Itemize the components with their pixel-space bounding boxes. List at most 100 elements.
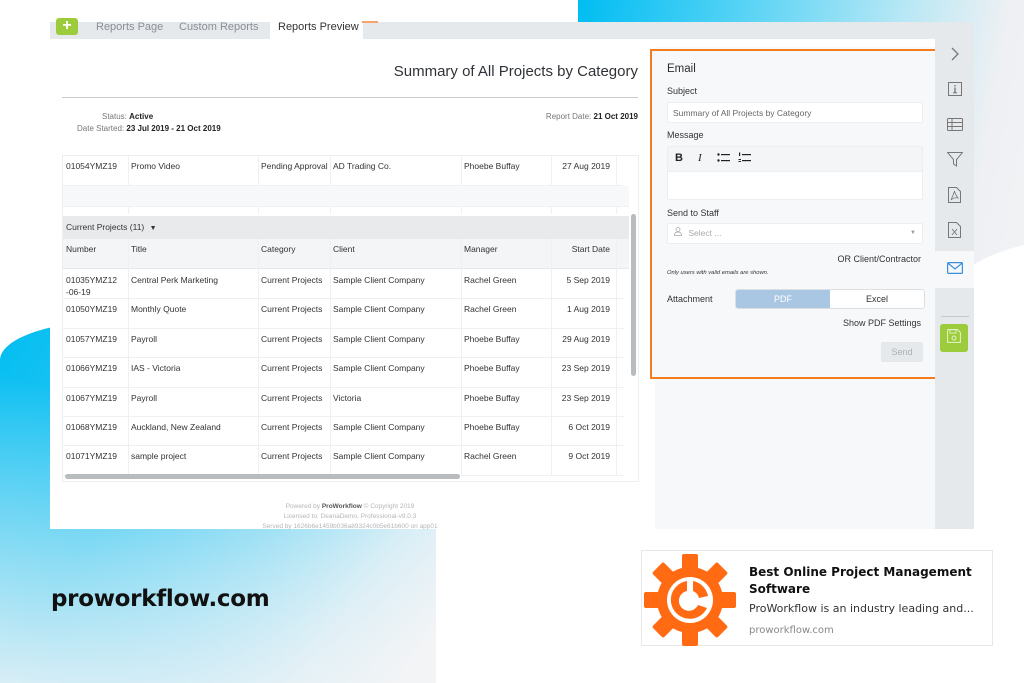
- cell-category: Current Projects: [261, 363, 323, 374]
- cell-manager: Rachel Green: [464, 304, 517, 315]
- message-label: Message: [667, 130, 704, 140]
- pdf-file-icon: [948, 186, 961, 208]
- footer: Powered by ProWorkflow © Copyright 2019 …: [50, 502, 650, 532]
- group-header-current-projects[interactable]: Current Projects (11) ▼: [63, 216, 629, 239]
- attachment-toggle: PDF Excel: [735, 289, 925, 309]
- cell-category: Current Projects: [261, 392, 323, 403]
- export-excel-button[interactable]: [935, 215, 974, 249]
- tab-reports-page[interactable]: Reports Page: [96, 18, 163, 39]
- cell-title: Monthly Quote: [131, 304, 187, 315]
- cell-manager: Phoebe Buffay: [464, 392, 520, 403]
- bullet-list-icon[interactable]: [717, 152, 730, 166]
- report-date-meta: Report Date: 21 Oct 2019: [546, 112, 638, 121]
- icon-rail: [935, 39, 974, 529]
- column-divider: [551, 239, 552, 476]
- horizontal-scrollbar[interactable]: [65, 474, 460, 479]
- column-header-start-date[interactable]: Start Date: [553, 244, 610, 254]
- vertical-scrollbar[interactable]: [631, 214, 636, 376]
- attachment-excel-button[interactable]: Excel: [830, 290, 924, 308]
- cell-category: Pending Approval: [261, 161, 328, 171]
- report-date-label: Report Date:: [545, 112, 592, 121]
- collapse-button[interactable]: [935, 39, 974, 73]
- filter-button[interactable]: [935, 145, 974, 179]
- email-panel: Email Subject Message B I Send to Staff …: [650, 49, 938, 379]
- cell-client: AD Trading Co.: [333, 161, 392, 171]
- attachment-pdf-button[interactable]: PDF: [736, 290, 830, 308]
- info-icon: [947, 81, 962, 101]
- table-row[interactable]: 01057YMZ19 Payroll Current Projects Sample …: [63, 329, 624, 359]
- app-window: + Reports Page Custom Reports Reports Pr…: [50, 18, 974, 532]
- table-row[interactable]: 01035YMZ12 -06-19 Central Perk Marketing C…: [63, 270, 624, 300]
- cell-manager: Phoebe Buffay: [464, 422, 520, 432]
- cell-title: sample project: [131, 451, 187, 462]
- column-divider: [461, 239, 462, 476]
- table-row[interactable]: 01071YMZ19 sample project Current Projects…: [63, 446, 624, 476]
- column-header-number[interactable]: Number: [66, 244, 126, 254]
- subject-label: Subject: [667, 86, 698, 96]
- tab-reports-preview[interactable]: Reports Preview: [270, 18, 363, 39]
- date-started-value: 23 Jul 2019 - 21 Oct 2019: [126, 124, 221, 133]
- info-button[interactable]: [935, 74, 974, 108]
- proworkflow-gear-logo: [642, 553, 738, 647]
- staff-select[interactable]: Select ... ▼: [667, 223, 923, 244]
- cell-number: 01066YMZ19: [66, 363, 118, 374]
- send-to-staff-label: Send to Staff: [667, 208, 719, 218]
- tab-bar: + Reports Page Custom Reports Reports Pr…: [50, 18, 974, 39]
- send-button[interactable]: Send: [881, 342, 923, 362]
- status-meta: Status: Active: [102, 112, 153, 121]
- add-tab-button[interactable]: +: [56, 18, 78, 35]
- email-button[interactable]: [935, 251, 974, 288]
- cell-number: 01071YMZ19: [66, 451, 118, 462]
- cell-start-date: 1 Aug 2019: [566, 304, 610, 315]
- save-icon: [947, 328, 961, 348]
- status-label: Status:: [102, 112, 127, 121]
- table-row[interactable]: 01054YMZ19 Promo Video Pending Approval …: [63, 156, 624, 186]
- message-editor[interactable]: B I: [667, 146, 923, 200]
- column-header-title[interactable]: Title: [131, 244, 256, 254]
- editor-toolbar: B I: [668, 147, 922, 172]
- table-row[interactable]: 01068YMZ19 Auckland, New Zealand Current P…: [63, 417, 624, 447]
- rail-divider: [941, 316, 969, 317]
- report-date-value: 21 Oct 2019: [593, 112, 638, 121]
- export-pdf-button[interactable]: [935, 180, 974, 214]
- table-view-button[interactable]: [935, 110, 974, 144]
- site-domain-text: proworkflow.com: [51, 586, 270, 612]
- tab-custom-reports[interactable]: Custom Reports: [179, 18, 258, 39]
- email-title: Email: [667, 63, 696, 75]
- report-title: Summary of All Projects by Category: [393, 63, 638, 80]
- status-value: Active: [129, 112, 154, 121]
- subject-input[interactable]: [667, 102, 923, 123]
- column-header-manager[interactable]: Manager: [464, 244, 554, 254]
- cell-client: Sample Client Company: [333, 363, 425, 374]
- cell-client: Sample Client Company: [333, 333, 425, 344]
- numbered-list-icon[interactable]: [738, 152, 751, 166]
- table-row[interactable]: 01066YMZ19 IAS - Victoria Current Projects…: [63, 358, 624, 388]
- bold-button[interactable]: B: [675, 152, 683, 164]
- table-icon: [946, 118, 963, 136]
- divider: [62, 97, 638, 98]
- cell-number: 01068YMZ19: [66, 422, 118, 432]
- cell-start-date: 29 Aug 2019: [562, 333, 610, 344]
- user-icon: [674, 224, 682, 243]
- show-pdf-settings-link[interactable]: Show PDF Settings: [843, 318, 921, 328]
- cell-client: Sample Client Company: [333, 304, 425, 315]
- cell-category: Current Projects: [261, 304, 323, 315]
- column-header-client[interactable]: Client: [333, 244, 463, 254]
- card-title: Best Online Project Management Software: [749, 565, 972, 596]
- footer-powered: Powered by ProWorkflow © Copyright 2019: [50, 502, 650, 512]
- cell-title: IAS - Victoria: [131, 363, 181, 374]
- table-row[interactable]: 01050YMZ19 Monthly Quote Current Projects S…: [63, 299, 624, 329]
- cell-manager: Phoebe Buffay: [464, 333, 520, 344]
- cell-number: 01050YMZ19: [66, 304, 118, 315]
- column-header-category[interactable]: Category: [261, 244, 331, 254]
- cell-title: Payroll: [131, 392, 157, 403]
- italic-button[interactable]: I: [698, 152, 702, 164]
- save-button[interactable]: [940, 324, 968, 352]
- link-preview-card[interactable]: Best Online Project Management Software …: [641, 550, 993, 646]
- group-label: Current Projects (11): [66, 222, 145, 232]
- excel-file-icon: [948, 221, 961, 243]
- client-contractor-link[interactable]: OR Client/Contractor: [837, 254, 921, 264]
- table-row[interactable]: 01067YMZ19 Payroll Current Projects Victori…: [63, 388, 624, 417]
- envelope-icon: [946, 261, 963, 279]
- column-divider: [258, 239, 259, 476]
